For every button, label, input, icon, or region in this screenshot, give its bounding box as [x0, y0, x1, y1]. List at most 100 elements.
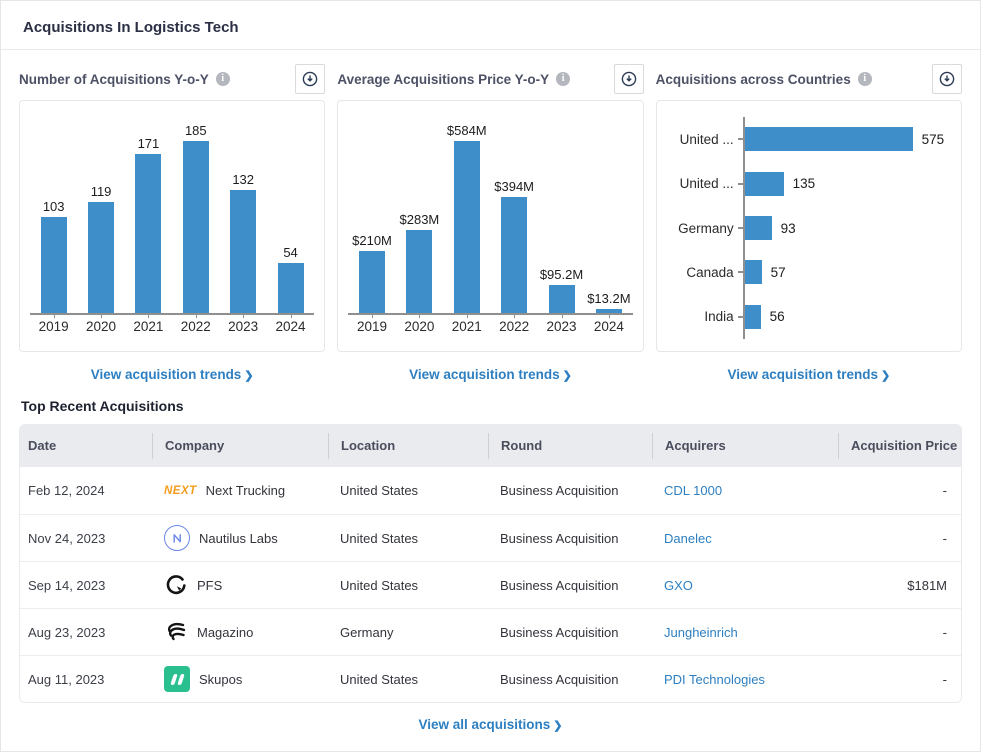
page-header: Acquisitions In Logistics Tech	[1, 1, 980, 50]
pfs-logo	[164, 573, 188, 597]
x-axis-label: 2019	[32, 319, 76, 334]
bar	[359, 251, 385, 313]
plot-area: 10311917118513254	[30, 115, 314, 313]
bar	[230, 190, 256, 313]
bar	[183, 141, 209, 313]
bar-group: $283M	[397, 212, 441, 313]
bar-value-label: $13.2M	[587, 291, 630, 306]
bar	[501, 197, 527, 313]
view-acquisition-trends-link[interactable]: View acquisition trends❯	[409, 367, 572, 382]
bar-value-label: 119	[91, 184, 112, 199]
date-cell: Nov 24, 2023	[20, 531, 152, 546]
bar	[454, 141, 480, 313]
link-label: View acquisition trends	[727, 367, 878, 382]
date-cell: Sep 14, 2023	[20, 578, 152, 593]
price-cell: -	[838, 531, 961, 546]
date-cell: Aug 11, 2023	[20, 672, 152, 687]
company-cell: PFS	[152, 573, 328, 597]
price-cell: $181M	[838, 578, 961, 593]
x-axis-label: 2023	[540, 319, 584, 334]
download-icon	[621, 71, 637, 87]
company-name: Magazino	[197, 625, 253, 640]
column-header-acquirers: Acquirers	[652, 433, 838, 459]
table-row: Feb 12, 2024 NEXT Next Trucking United S…	[20, 467, 961, 514]
table-title: Top Recent Acquisitions	[21, 398, 960, 414]
view-acquisition-trends-link[interactable]: View acquisition trends❯	[91, 367, 254, 382]
price-cell: -	[838, 483, 961, 498]
download-chart-button[interactable]	[614, 64, 644, 94]
bar-group: 135	[745, 161, 951, 205]
table-row: Nov 24, 2023 Nautilus Labs United States…	[20, 514, 961, 561]
company-cell: Nautilus Labs	[152, 525, 328, 551]
location-cell: United States	[328, 578, 488, 593]
y-axis-label: United ...	[667, 161, 743, 205]
bar-chart-average-acquisition-price: $210M$283M$584M$394M$95.2M$13.2M20192020…	[337, 100, 643, 352]
bar-group: 171	[126, 136, 170, 313]
column-header-location: Location	[328, 433, 488, 459]
chart-title: Average Acquisitions Price Y-o-Y	[337, 72, 549, 87]
table-row: Aug 23, 2023 Magazino Germany Business A…	[20, 608, 961, 655]
x-axis-labels: 201920202021202220232024	[30, 319, 314, 334]
column-header-company: Company	[152, 433, 328, 459]
link-label: View acquisition trends	[409, 367, 560, 382]
bar-chart-acquisitions-across-countries: United ...United ...GermanyCanadaIndia57…	[656, 100, 962, 352]
x-axis-line	[30, 313, 314, 315]
plot-area: $210M$283M$584M$394M$95.2M$13.2M	[348, 115, 632, 313]
table-row: Sep 14, 2023 PFS United States Business …	[20, 561, 961, 608]
bar-value-label: $283M	[400, 212, 440, 227]
acquirer-link[interactable]: GXO	[652, 578, 838, 593]
view-all-acquisitions-link[interactable]: View all acquisitions❯	[418, 717, 562, 732]
x-axis-label: 2020	[397, 319, 441, 334]
download-chart-button[interactable]	[932, 64, 962, 94]
bar-value-label: 171	[138, 136, 160, 151]
magazino-logo	[164, 620, 188, 644]
acquirer-link[interactable]: Jungheinrich	[652, 625, 838, 640]
bar-group: $210M	[350, 233, 394, 313]
link-label: View acquisition trends	[91, 367, 242, 382]
bar-value-label: 103	[43, 199, 65, 214]
info-icon[interactable]: i	[556, 72, 570, 86]
x-axis-label: 2022	[174, 319, 218, 334]
next-trucking-logo: NEXT	[164, 485, 197, 497]
x-axis-label: 2024	[587, 319, 631, 334]
x-axis-label: 2021	[445, 319, 489, 334]
location-cell: United States	[328, 531, 488, 546]
bar	[88, 202, 114, 313]
acquirer-link[interactable]: Danelec	[652, 531, 838, 546]
acquirer-link[interactable]: CDL 1000	[652, 483, 838, 498]
x-axis-label: 2020	[79, 319, 123, 334]
bar-group: 57	[745, 250, 951, 294]
bar	[406, 230, 432, 313]
view-acquisition-trends-link[interactable]: View acquisition trends❯	[727, 367, 890, 382]
bar	[278, 263, 304, 313]
bar-value-label: 135	[793, 176, 816, 191]
chevron-right-icon: ❯	[244, 370, 253, 382]
acquirer-link[interactable]: PDI Technologies	[652, 672, 838, 687]
column-header-round: Round	[488, 433, 652, 459]
company-cell: Magazino	[152, 620, 328, 644]
y-axis-line: 575135935756	[743, 117, 951, 339]
info-icon[interactable]: i	[858, 72, 872, 86]
x-axis-label: 2024	[269, 319, 313, 334]
bar-value-label: $394M	[494, 179, 534, 194]
y-axis-label: India	[667, 295, 743, 339]
page-title: Acquisitions In Logistics Tech	[23, 19, 958, 36]
download-chart-button[interactable]	[295, 64, 325, 94]
bar	[745, 260, 762, 284]
acquisitions-dashboard: Acquisitions In Logistics Tech Number of…	[0, 0, 981, 752]
company-name: Skupos	[199, 672, 242, 687]
chevron-right-icon: ❯	[563, 370, 572, 382]
bar	[745, 127, 913, 151]
column-header-acquisition-price: Acquisition Price	[838, 433, 961, 459]
bar-group: 54	[269, 245, 313, 313]
skupos-logo	[164, 666, 190, 692]
charts-row: Number of Acquisitions Y-o-Y i 103119171…	[1, 50, 980, 388]
date-cell: Aug 23, 2023	[20, 625, 152, 640]
info-icon[interactable]: i	[216, 72, 230, 86]
chart-card-number-of-acquisitions: Number of Acquisitions Y-o-Y i 103119171…	[19, 58, 325, 388]
bar	[745, 172, 784, 196]
download-icon	[302, 71, 318, 87]
x-axis-label: 2021	[126, 319, 170, 334]
chart-card-acquisitions-across-countries: Acquisitions across Countries i United .…	[656, 58, 962, 388]
bar-value-label: $210M	[352, 233, 392, 248]
